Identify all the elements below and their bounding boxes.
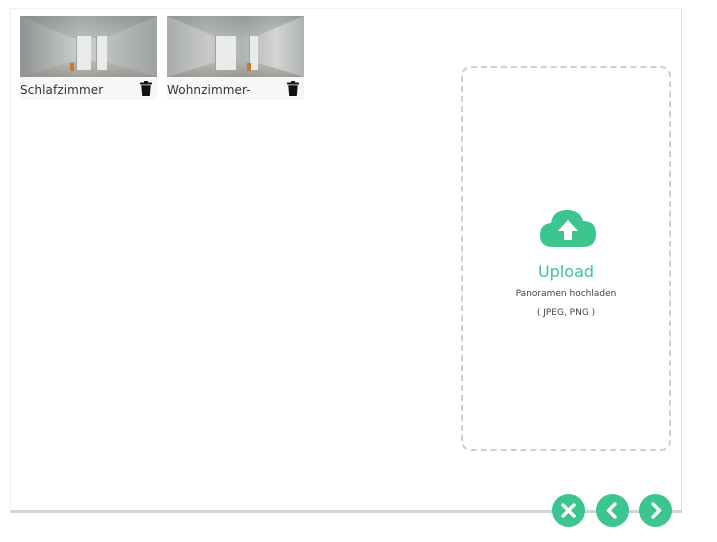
panorama-thumbnail[interactable]: Schlafzimmer <box>20 16 157 100</box>
next-button[interactable] <box>639 494 672 527</box>
cloud-upload-icon <box>540 210 596 247</box>
trash-icon[interactable] <box>140 81 152 96</box>
chevron-right-icon <box>651 502 662 519</box>
thumbnail-caption: Wohnzimmer- <box>167 77 304 100</box>
upload-subtitle: Panoramen hochladen <box>515 289 617 299</box>
upload-dialog: Schlafzimmer Wohnzimmer- Upload Panorame… <box>0 0 717 542</box>
close-button[interactable] <box>552 494 585 527</box>
thumbnail-label: Schlafzimmer <box>20 83 104 97</box>
upload-dropzone[interactable]: Upload Panoramen hochladen ( JPEG, PNG ) <box>461 66 671 451</box>
panorama-preview-image <box>20 16 157 77</box>
trash-icon[interactable] <box>287 81 299 96</box>
close-icon <box>561 503 576 518</box>
panel-left-edge <box>10 8 11 513</box>
thumbnail-caption: Schlafzimmer <box>20 77 157 100</box>
previous-button[interactable] <box>596 494 629 527</box>
chevron-left-icon <box>606 502 617 519</box>
panorama-thumbnail[interactable]: Wohnzimmer- <box>167 16 304 100</box>
upload-formats: ( JPEG, PNG ) <box>536 308 596 318</box>
upload-title: Upload <box>537 262 595 281</box>
thumbnail-label: Wohnzimmer- <box>167 83 251 97</box>
panorama-preview-image <box>167 16 304 77</box>
